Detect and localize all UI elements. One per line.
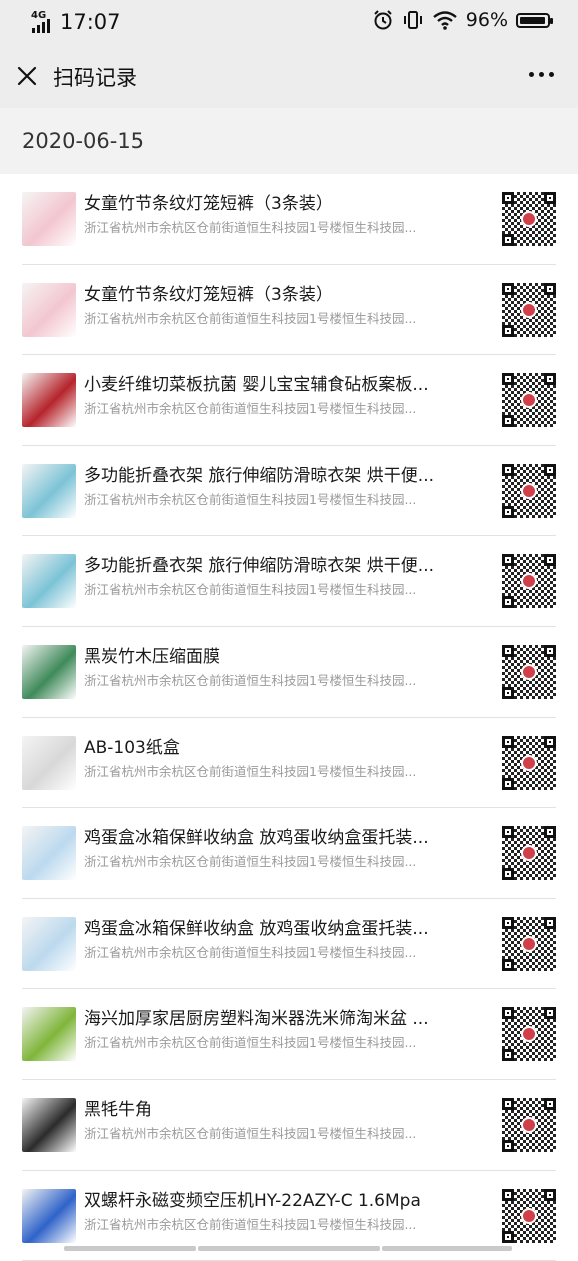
page-title: 扫码记录 [53,62,137,92]
qr-code-icon[interactable] [502,736,556,790]
record-row[interactable]: AB-103纸盒浙江省杭州市余杭区仓前街道恒生科技园1号楼恒生科技园... [0,718,578,809]
record-row[interactable]: 女童竹节条纹灯笼短裤（3条装） 浙江省杭州市余杭区仓前街道恒生科技园1号楼恒生科技… [0,265,578,356]
product-thumbnail [22,1007,76,1061]
product-thumbnail [22,554,76,608]
record-title: 双螺杆永磁变频空压机HY-22AZY-C 1.6Mpa [84,1186,474,1211]
qr-code-icon[interactable] [502,1189,556,1243]
qr-code-icon[interactable] [502,283,556,337]
qr-code-icon[interactable] [502,1007,556,1061]
product-thumbnail [22,1189,76,1243]
record-title: 女童竹节条纹灯笼短裤（3条装） [84,280,474,305]
record-address: 浙江省杭州市余杭区仓前街道恒生科技园1号楼恒生科技园... [84,942,474,961]
vibrate-icon [402,9,424,31]
more-icon[interactable] [529,72,554,77]
record-title: 多功能折叠衣架 旅行伸缩防滑晾衣架 烘干便... [84,551,474,576]
product-thumbnail [22,373,76,427]
signal-icon: 4G [30,11,58,33]
qr-code-icon[interactable] [502,373,556,427]
wifi-icon [432,9,458,31]
record-address: 浙江省杭州市余杭区仓前街道恒生科技园1号楼恒生科技园... [84,761,474,780]
record-title: 女童竹节条纹灯笼短裤（3条装） [84,189,474,214]
product-thumbnail [22,645,76,699]
record-address: 浙江省杭州市余杭区仓前街道恒生科技园1号楼恒生科技园... [84,217,474,236]
record-row[interactable]: 黑炭竹木压缩面膜浙江省杭州市余杭区仓前街道恒生科技园1号楼恒生科技园... [0,627,578,718]
record-address: 浙江省杭州市余杭区仓前街道恒生科技园1号楼恒生科技园... [84,1032,474,1051]
qr-code-icon[interactable] [502,192,556,246]
nav-bar: 扫码记录 [0,44,578,108]
qr-code-icon[interactable] [502,826,556,880]
status-bar: 4G 17:07 96% [0,0,578,44]
scroll-indicator [0,1246,578,1252]
record-row[interactable]: 多功能折叠衣架 旅行伸缩防滑晾衣架 烘干便... 浙江省杭州市余杭区仓前街道恒生科… [0,446,578,537]
record-address: 浙江省杭州市余杭区仓前街道恒生科技园1号楼恒生科技园... [84,1214,474,1233]
date-label: 2020-06-15 [22,129,144,153]
record-address: 浙江省杭州市余杭区仓前街道恒生科技园1号楼恒生科技园... [84,670,474,689]
alarm-icon [372,9,394,31]
battery-percent: 96% [466,9,508,31]
qr-code-icon[interactable] [502,464,556,518]
record-title: 海兴加厚家居厨房塑料淘米器洗米筛淘米盆 ... [84,1004,474,1029]
record-address: 浙江省杭州市余杭区仓前街道恒生科技园1号楼恒生科技园... [84,1123,474,1142]
record-address: 浙江省杭州市余杭区仓前街道恒生科技园1号楼恒生科技园... [84,308,474,327]
record-title: 多功能折叠衣架 旅行伸缩防滑晾衣架 烘干便... [84,461,474,486]
record-address: 浙江省杭州市余杭区仓前街道恒生科技园1号楼恒生科技园... [84,851,474,870]
record-title: 黑炭竹木压缩面膜 [84,642,474,667]
product-thumbnail [22,1098,76,1152]
qr-code-icon[interactable] [502,645,556,699]
status-time: 17:07 [60,10,121,34]
product-thumbnail [22,283,76,337]
record-title: AB-103纸盒 [84,733,474,758]
record-address: 浙江省杭州市余杭区仓前街道恒生科技园1号楼恒生科技园... [84,579,474,598]
record-row[interactable]: 黑牦牛角浙江省杭州市余杭区仓前街道恒生科技园1号楼恒生科技园... [0,1080,578,1171]
record-title: 鸡蛋盒冰箱保鲜收纳盒 放鸡蛋收纳盒蛋托装... [84,823,474,848]
product-thumbnail [22,736,76,790]
record-row[interactable]: 多功能折叠衣架 旅行伸缩防滑晾衣架 烘干便... 浙江省杭州市余杭区仓前街道恒生科… [0,536,578,627]
record-title: 小麦纤维切菜板抗菌 婴儿宝宝辅食砧板案板... [84,370,474,395]
record-row[interactable]: 海兴加厚家居厨房塑料淘米器洗米筛淘米盆 ... 浙江省杭州市余杭区仓前街道恒生科技… [0,989,578,1080]
product-thumbnail [22,464,76,518]
qr-code-icon[interactable] [502,917,556,971]
battery-icon [516,13,550,28]
product-thumbnail [22,826,76,880]
record-row[interactable]: 小麦纤维切菜板抗菌 婴儿宝宝辅食砧板案板... 浙江省杭州市余杭区仓前街道恒生科技… [0,355,578,446]
record-row[interactable]: 鸡蛋盒冰箱保鲜收纳盒 放鸡蛋收纳盒蛋托装... 浙江省杭州市余杭区仓前街道恒生科技… [0,899,578,990]
record-title: 鸡蛋盒冰箱保鲜收纳盒 放鸡蛋收纳盒蛋托装... [84,914,474,939]
record-row[interactable]: 鸡蛋盒冰箱保鲜收纳盒 放鸡蛋收纳盒蛋托装... 浙江省杭州市余杭区仓前街道恒生科技… [0,808,578,899]
record-address: 浙江省杭州市余杭区仓前街道恒生科技园1号楼恒生科技园... [84,489,474,508]
scan-record-list: 女童竹节条纹灯笼短裤（3条装） 浙江省杭州市余杭区仓前街道恒生科技园1号楼恒生科技… [0,174,578,1261]
record-title: 黑牦牛角 [84,1095,474,1120]
close-icon[interactable] [14,63,40,89]
product-thumbnail [22,192,76,246]
qr-code-icon[interactable] [502,1098,556,1152]
qr-code-icon[interactable] [502,554,556,608]
record-row[interactable]: 女童竹节条纹灯笼短裤（3条装） 浙江省杭州市余杭区仓前街道恒生科技园1号楼恒生科技… [0,174,578,265]
date-header: 2020-06-15 [0,108,578,174]
record-address: 浙江省杭州市余杭区仓前街道恒生科技园1号楼恒生科技园... [84,398,474,417]
product-thumbnail [22,917,76,971]
